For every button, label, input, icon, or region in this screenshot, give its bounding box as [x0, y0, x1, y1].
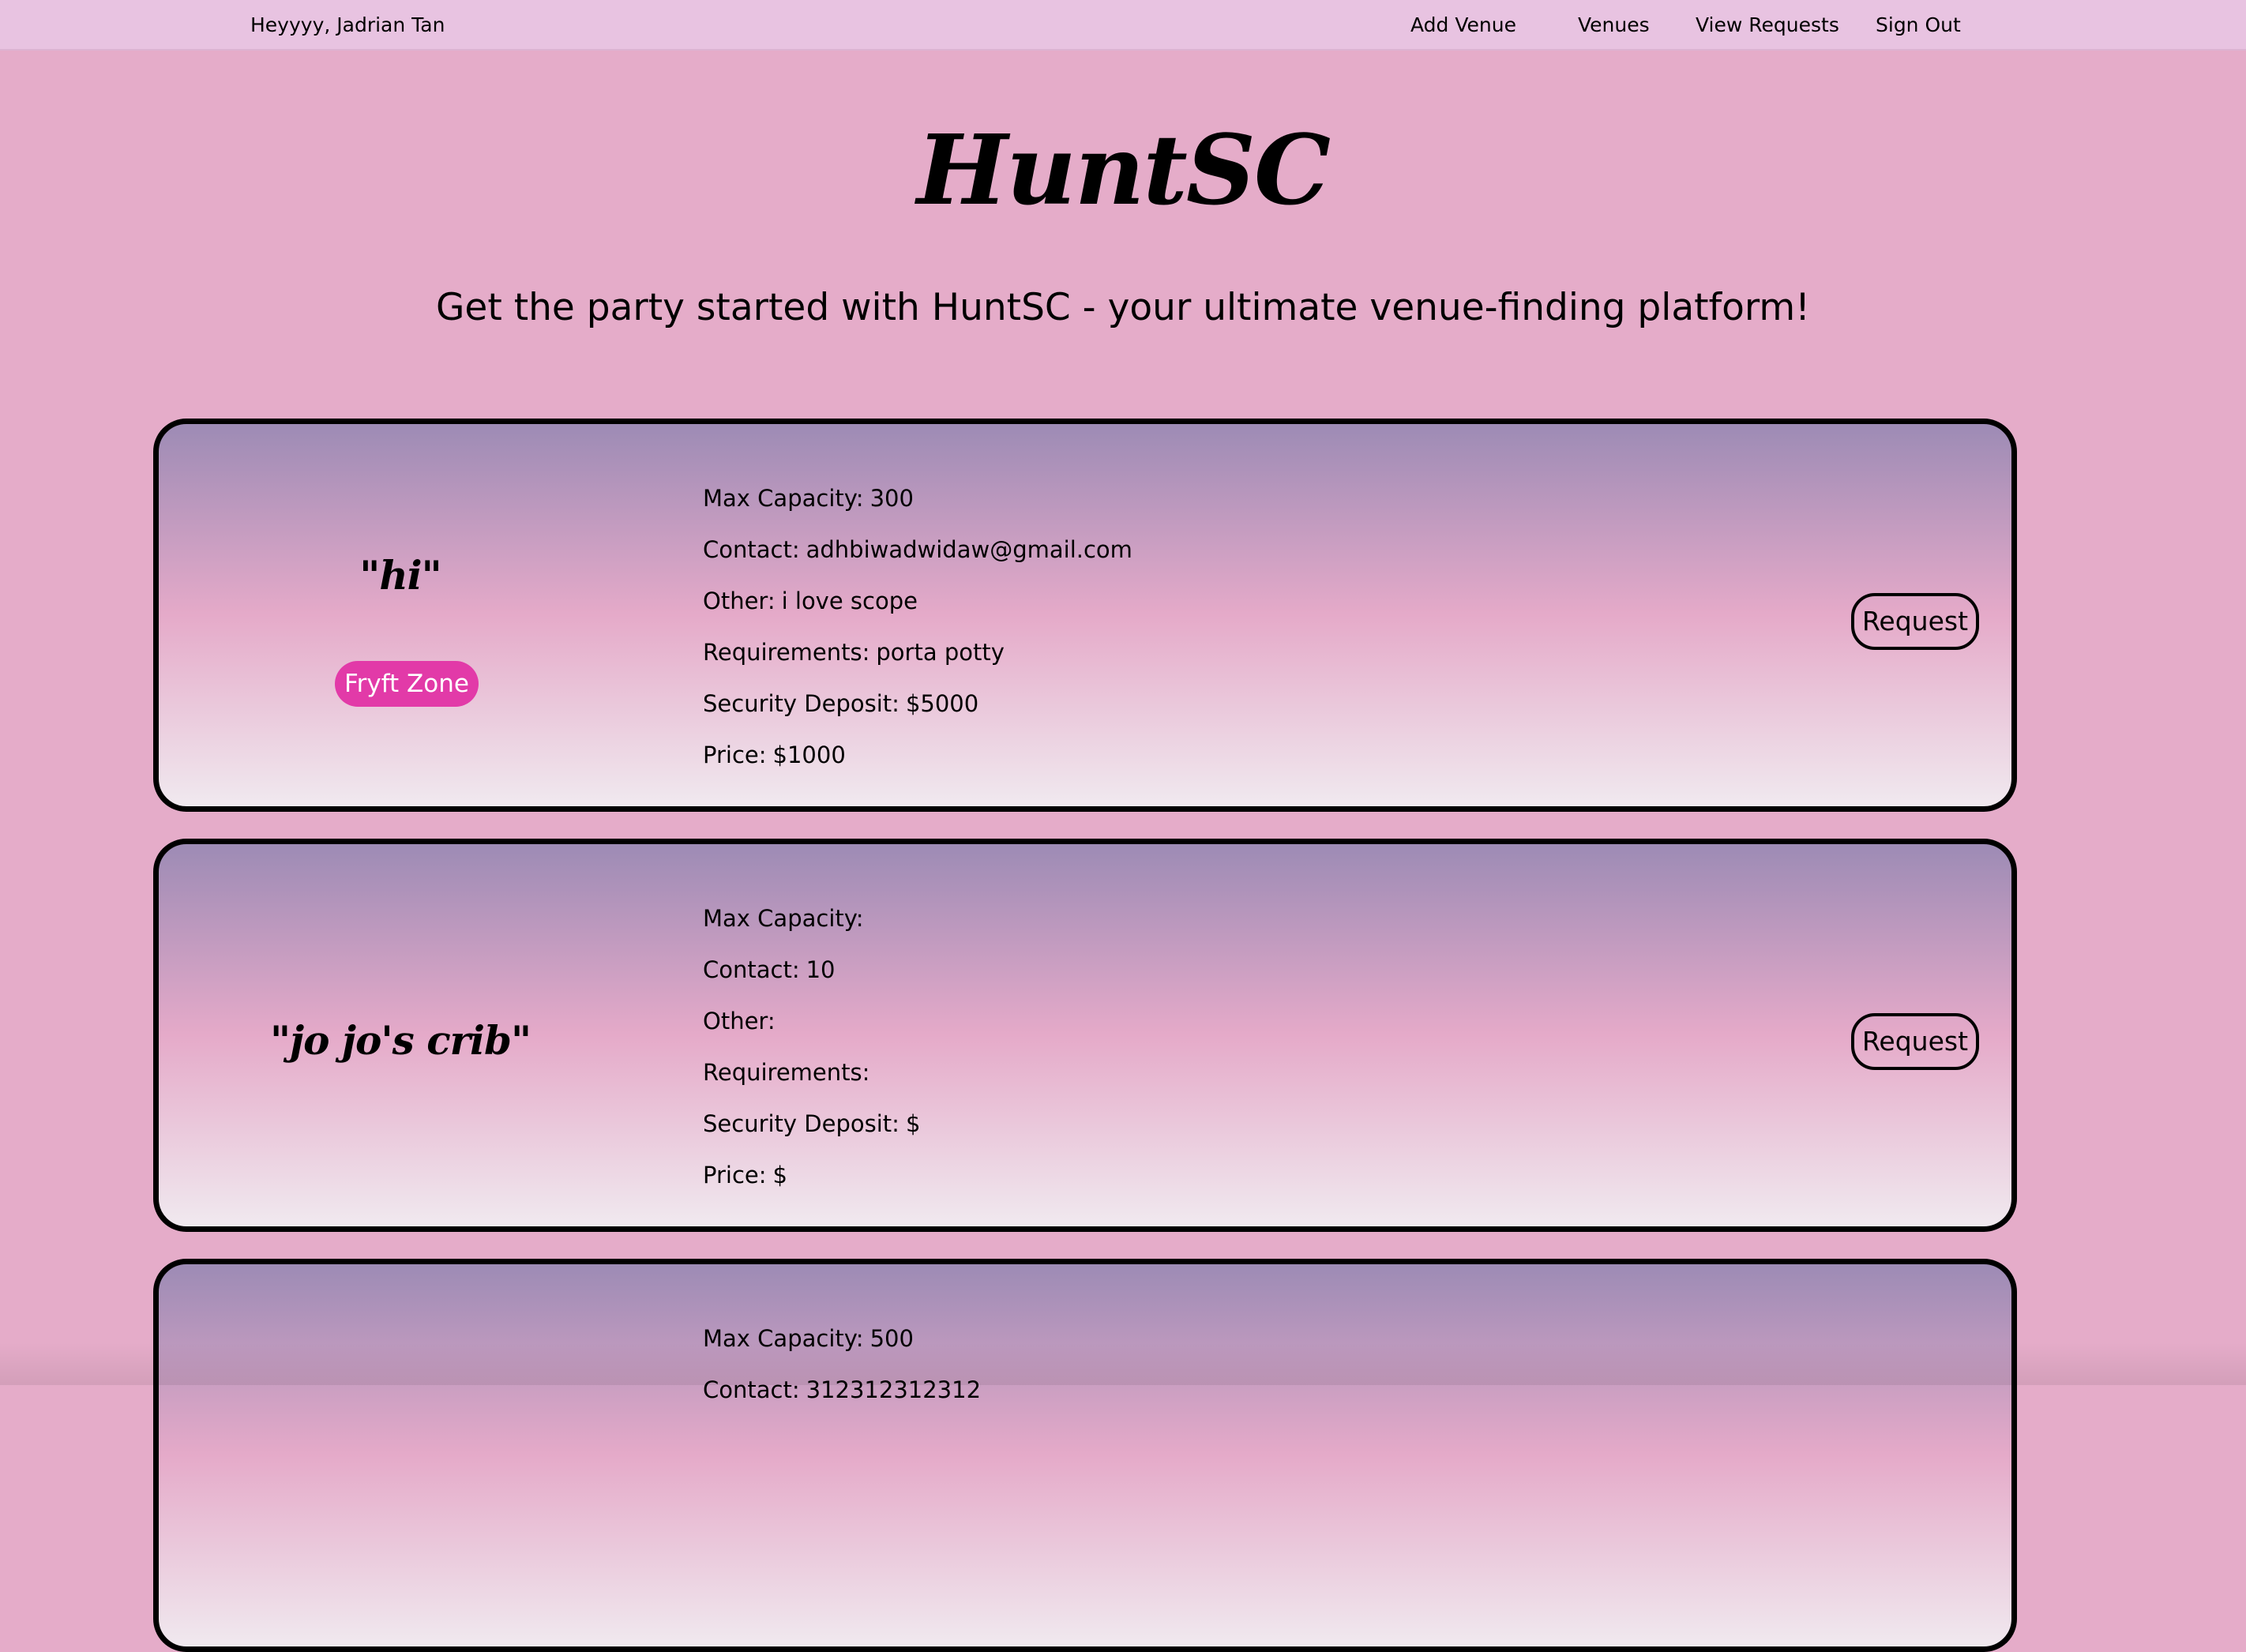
brand-title: HuntSC — [916, 113, 1331, 227]
other-label: Other: — [703, 588, 776, 614]
nav-link-sign-out[interactable]: Sign Out — [1876, 13, 1961, 38]
top-nav-bar: Heyyyy, Jadrian Tan Add Venue Venues Vie… — [0, 0, 2246, 51]
price-row: Price: $ — [703, 1150, 920, 1201]
price-value: $1000 — [772, 742, 846, 768]
security-deposit-label: Security Deposit: — [703, 690, 900, 717]
security-deposit-row: Security Deposit: $5000 — [703, 678, 1132, 730]
price-label: Price: — [703, 742, 767, 768]
venue-name: "hi" — [359, 552, 441, 599]
venue-details: Max Capacity: Contact: 10 Other: Requirem… — [703, 893, 920, 1201]
max-capacity-value: 300 — [869, 485, 914, 512]
nav-link-view-requests[interactable]: View Requests — [1696, 13, 1839, 38]
max-capacity-row: Max Capacity: 300 — [703, 473, 1132, 524]
contact-row: Contact: 312312312312 — [703, 1365, 981, 1416]
requirements-value: porta potty — [876, 639, 1005, 666]
max-capacity-value: 500 — [869, 1325, 914, 1352]
security-deposit-value: $ — [905, 1110, 921, 1137]
other-label: Other: — [703, 1008, 776, 1034]
page-tagline: Get the party started with HuntSC - your… — [436, 286, 1810, 329]
max-capacity-row: Max Capacity: — [703, 893, 920, 944]
request-button[interactable]: Request — [1851, 1013, 1979, 1070]
max-capacity-row: Max Capacity: 500 — [703, 1313, 981, 1365]
venue-name: "jo jo's crib" — [270, 1017, 531, 1064]
max-capacity-label: Max Capacity: — [703, 485, 864, 512]
security-deposit-row: Security Deposit: $ — [703, 1098, 920, 1150]
other-row: Other: i love scope — [703, 576, 1132, 627]
user-greeting: Heyyyy, Jadrian Tan — [250, 13, 445, 36]
contact-value: adhbiwadwidaw@gmail.com — [806, 536, 1132, 563]
max-capacity-label: Max Capacity: — [703, 1325, 864, 1352]
requirements-row: Requirements: porta potty — [703, 627, 1132, 678]
contact-label: Contact: — [703, 1376, 800, 1403]
nav-link-venues[interactable]: Venues — [1578, 13, 1650, 38]
max-capacity-label: Max Capacity: — [703, 905, 864, 932]
price-row: Price: $1000 — [703, 730, 1132, 781]
nav-link-add-venue[interactable]: Add Venue — [1410, 13, 1516, 38]
contact-label: Contact: — [703, 956, 800, 983]
security-deposit-label: Security Deposit: — [703, 1110, 900, 1137]
venue-tag-badge: Fryft Zone — [335, 661, 479, 707]
contact-value: 312312312312 — [806, 1376, 982, 1403]
request-button[interactable]: Request — [1851, 593, 1979, 650]
other-value: i love scope — [781, 588, 918, 614]
price-label: Price: — [703, 1162, 767, 1188]
contact-label: Contact: — [703, 536, 800, 563]
requirements-row: Requirements: — [703, 1047, 920, 1098]
contact-row: Contact: 10 — [703, 944, 920, 996]
venue-details: Max Capacity: 500 Contact: 312312312312 — [703, 1313, 981, 1416]
security-deposit-value: $5000 — [905, 690, 979, 717]
other-row: Other: — [703, 996, 920, 1047]
price-value: $ — [772, 1162, 787, 1188]
requirements-label: Requirements: — [703, 1059, 870, 1086]
venue-card: Max Capacity: 500 Contact: 312312312312 — [153, 1259, 2017, 1652]
contact-row: Contact: adhbiwadwidaw@gmail.com — [703, 524, 1132, 576]
requirements-label: Requirements: — [703, 639, 870, 666]
contact-value: 10 — [806, 956, 836, 983]
venue-card: "jo jo's crib" Max Capacity: Contact: 10 … — [153, 839, 2017, 1232]
venue-card: "hi" Fryft Zone Max Capacity: 300 Contact… — [153, 419, 2017, 812]
venue-details: Max Capacity: 300 Contact: adhbiwadwidaw@g… — [703, 473, 1132, 781]
